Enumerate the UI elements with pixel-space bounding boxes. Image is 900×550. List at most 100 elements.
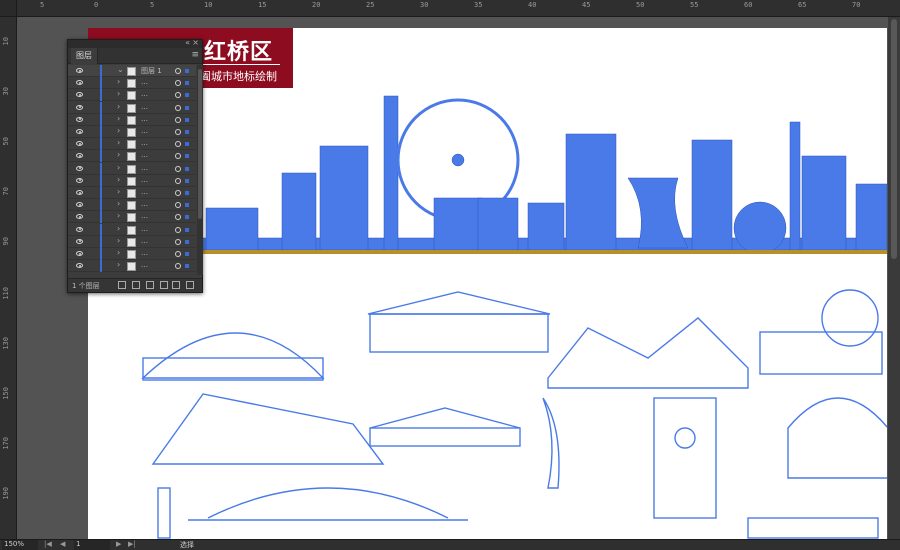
chevron-right-icon[interactable]: › xyxy=(117,77,120,86)
eye-icon[interactable] xyxy=(76,190,83,195)
eye-icon[interactable] xyxy=(76,202,83,208)
chevron-right-icon[interactable]: › xyxy=(117,114,120,123)
new-layer-icon[interactable] xyxy=(172,281,180,289)
locate-object-icon[interactable] xyxy=(132,281,140,289)
target-icon[interactable] xyxy=(175,263,181,270)
layer-row-top[interactable]: ⌄ 图层 1 xyxy=(68,65,196,77)
target-icon[interactable] xyxy=(175,104,181,111)
selection-indicator[interactable] xyxy=(185,239,189,244)
target-icon[interactable] xyxy=(175,202,181,209)
eye-icon[interactable] xyxy=(76,141,83,147)
eye-icon[interactable] xyxy=(76,214,83,220)
sublayer-row[interactable]: ›… xyxy=(68,248,196,260)
layers-panel[interactable]: « × 图层 ≡ ⌄ 图层 1 ›… ›… ›… ›… ›… ›… ›… ›… ›… ›… ›… ›… ›…… xyxy=(67,38,203,293)
chevron-right-icon[interactable]: › xyxy=(117,150,120,159)
sublayer-row[interactable]: ›… xyxy=(68,101,196,114)
sublayer-row[interactable]: ›… xyxy=(68,89,196,102)
target-icon[interactable] xyxy=(175,153,181,160)
target-icon[interactable] xyxy=(175,141,181,148)
make-clip-mask-icon[interactable] xyxy=(146,281,154,289)
chevron-right-icon[interactable]: › xyxy=(117,260,120,269)
chevron-right-icon[interactable]: › xyxy=(117,89,120,98)
selection-indicator[interactable] xyxy=(185,154,189,159)
sublayer-row[interactable]: ›… xyxy=(68,211,196,224)
zoom-field[interactable]: 150% xyxy=(2,540,38,550)
eye-icon[interactable] xyxy=(76,226,83,232)
target-icon[interactable] xyxy=(175,165,181,172)
page-field[interactable]: 1 xyxy=(74,540,110,550)
search-icon[interactable] xyxy=(118,281,126,289)
selection-indicator[interactable] xyxy=(185,69,189,73)
target-icon[interactable] xyxy=(175,226,181,233)
close-icon[interactable]: × xyxy=(192,38,199,47)
sublayer-row[interactable]: ›… xyxy=(68,77,196,90)
last-page-icon[interactable]: ▶| xyxy=(128,540,136,548)
sublayer-row[interactable]: ›… xyxy=(68,235,196,248)
sublayer-row[interactable]: ›… xyxy=(68,113,196,126)
target-icon[interactable] xyxy=(175,177,181,184)
delete-icon[interactable] xyxy=(186,281,194,289)
selection-indicator[interactable] xyxy=(185,166,189,171)
eye-icon[interactable] xyxy=(76,251,83,256)
eye-icon[interactable] xyxy=(76,263,83,269)
selection-indicator[interactable] xyxy=(185,264,189,269)
sublayer-row[interactable]: ›… xyxy=(68,260,196,273)
artboard[interactable]: 红桥区 阖城市地标绘制 xyxy=(88,28,887,539)
selection-indicator[interactable] xyxy=(185,93,189,98)
target-icon[interactable] xyxy=(175,129,181,135)
target-icon[interactable] xyxy=(175,238,181,245)
eye-icon[interactable] xyxy=(76,153,83,159)
target-icon[interactable] xyxy=(175,92,181,99)
chevron-right-icon[interactable]: › xyxy=(117,236,120,245)
selection-indicator[interactable] xyxy=(185,105,189,110)
next-page-icon[interactable]: ▶ xyxy=(116,540,121,548)
sublayer-row[interactable]: ›… xyxy=(68,150,196,163)
panel-menu-icon[interactable]: ≡ xyxy=(191,50,199,60)
chevron-right-icon[interactable]: › xyxy=(117,175,120,184)
sublayer-row[interactable]: ›… xyxy=(68,162,196,175)
selection-indicator[interactable] xyxy=(185,227,189,232)
chevron-right-icon[interactable]: › xyxy=(117,138,120,147)
sublayer-row[interactable]: ›… xyxy=(68,174,196,187)
selection-indicator[interactable] xyxy=(185,117,189,122)
tab-layers[interactable]: 图层 xyxy=(71,48,98,64)
prev-page-icon[interactable]: ◀ xyxy=(60,540,65,548)
chevron-right-icon[interactable]: ⌄ xyxy=(117,65,124,74)
selection-indicator[interactable] xyxy=(185,81,189,86)
target-icon[interactable] xyxy=(175,80,181,87)
chevron-right-icon[interactable]: › xyxy=(117,187,120,196)
sublayer-row[interactable]: ›… xyxy=(68,126,196,138)
eye-icon[interactable] xyxy=(76,129,83,134)
canvas-scroll-thumb[interactable] xyxy=(891,19,897,259)
panel-scrollbar[interactable] xyxy=(197,65,203,275)
chevron-right-icon[interactable]: › xyxy=(117,224,120,233)
selection-indicator[interactable] xyxy=(185,142,189,147)
horizontal-ruler[interactable]: 5 0 5 10 15 20 25 30 35 40 45 50 55 60 6… xyxy=(0,0,900,17)
eye-icon[interactable] xyxy=(76,104,83,110)
target-icon[interactable] xyxy=(175,190,181,196)
canvas-vertical-scrollbar[interactable] xyxy=(888,17,900,539)
selection-indicator[interactable] xyxy=(185,178,189,183)
sublayer-row[interactable]: ›… xyxy=(68,138,196,151)
chevron-right-icon[interactable]: › xyxy=(117,102,120,111)
eye-icon[interactable] xyxy=(76,92,83,98)
target-icon[interactable] xyxy=(175,214,181,221)
eye-icon[interactable] xyxy=(76,68,83,73)
collapse-icon[interactable]: « xyxy=(185,38,190,47)
chevron-right-icon[interactable]: › xyxy=(117,163,120,172)
eye-icon[interactable] xyxy=(76,80,83,86)
eye-icon[interactable] xyxy=(76,165,83,171)
eye-icon[interactable] xyxy=(76,238,83,244)
selection-indicator[interactable] xyxy=(185,215,189,220)
selection-indicator[interactable] xyxy=(185,203,189,208)
target-icon[interactable] xyxy=(175,116,181,123)
new-sublayer-icon[interactable] xyxy=(160,281,168,289)
sublayer-row[interactable]: ›… xyxy=(68,223,196,236)
selection-indicator[interactable] xyxy=(185,130,189,134)
selection-indicator[interactable] xyxy=(185,191,189,195)
target-icon[interactable] xyxy=(175,251,181,257)
sublayer-row[interactable]: ›… xyxy=(68,187,196,199)
first-page-icon[interactable]: |◀ xyxy=(44,540,52,548)
chevron-right-icon[interactable]: › xyxy=(117,248,120,257)
panel-scroll-thumb[interactable] xyxy=(198,69,202,219)
